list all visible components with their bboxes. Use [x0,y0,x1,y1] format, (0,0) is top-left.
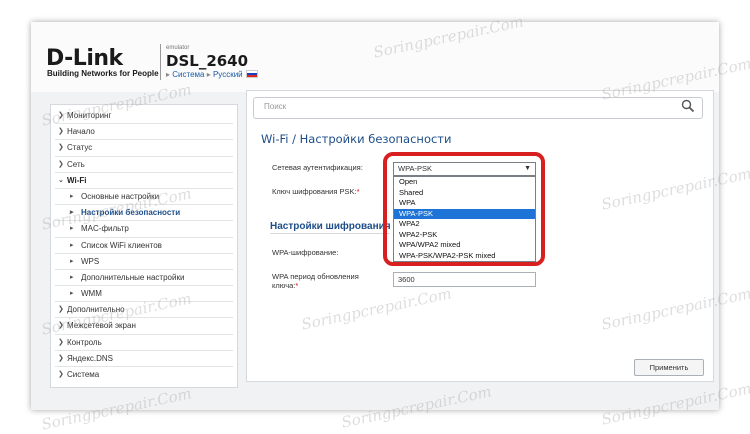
encryption-section-title: Настройки шифрования [270,221,391,232]
dlink-logo: D-Link [46,46,123,71]
sidebar-item-start[interactable]: ❯ Начало [55,124,233,141]
bullet-icon: ▸ [70,192,74,200]
sidebar-item-wifi[interactable]: ⌄ Wi-Fi [55,173,233,189]
wpa-period-label: WPA период обновления ключа:* [272,272,359,290]
chevron-right-icon: ❯ [58,354,64,362]
chevron-down-icon: ⌄ [58,176,64,184]
sidebar-item-wifi-clients[interactable]: ▸ Список WiFi клиентов [55,238,233,254]
chevron-right-icon: ❯ [58,371,64,378]
wpa-encryption-label: WPA-шифрование: [272,248,339,257]
wpa-period-input[interactable]: 3600 [393,272,536,287]
logo-tagline: Building Networks for People [47,69,159,78]
sidebar-item-wps[interactable]: ▸ WPS [55,254,233,270]
bullet-icon: ▸ [70,290,74,298]
breadcrumb-system[interactable]: Система [172,70,204,79]
search-icon[interactable] [681,99,695,113]
breadcrumb: ▸ Система ▸ Русский [166,70,258,79]
search-input[interactable] [253,97,703,119]
sidebar-nav: ❯ Мониторинг ❯ Начало ❯ Статус ❯ Сеть ⌄ Wi-Fi… [50,104,238,388]
section-divider [270,233,390,234]
language-selector[interactable]: Русский [213,70,243,79]
apply-button[interactable]: Применить [634,359,704,376]
psk-key-label: Ключ шифрования PSK:* [272,187,360,196]
bullet-icon: ▸ [70,273,74,281]
auth-label: Сетевая аутентификация: [272,163,363,172]
header-divider [160,44,161,80]
sidebar-item-network[interactable]: ❯ Сеть [55,157,233,173]
sidebar-item-control[interactable]: ❯ Контроль [55,335,233,351]
sidebar-item-system[interactable]: ❯ Система [55,367,233,383]
device-model: DSL_2640 [166,52,249,70]
chevron-right-icon: ❯ [58,144,64,152]
chevron-right-icon: ❯ [58,338,64,346]
search-placeholder: Поиск [264,102,287,111]
highlight-annotation [383,152,545,266]
bullet-icon: ▸ [70,257,74,265]
bullet-icon: ▸ [70,241,74,249]
emulator-label: emulator [166,45,190,51]
sidebar-item-yandex-dns[interactable]: ❯ Яндекс.DNS [55,351,233,367]
russian-flag-icon[interactable] [245,70,258,78]
page-title: Wi-Fi / Настройки безопасности [261,132,452,146]
sidebar-item-status[interactable]: ❯ Статус [55,140,233,157]
sidebar-item-advanced-wifi[interactable]: ▸ Дополнительные настройки [55,270,233,287]
chevron-right-icon: ❯ [58,128,64,136]
chevron-right-icon: ❯ [58,160,64,168]
